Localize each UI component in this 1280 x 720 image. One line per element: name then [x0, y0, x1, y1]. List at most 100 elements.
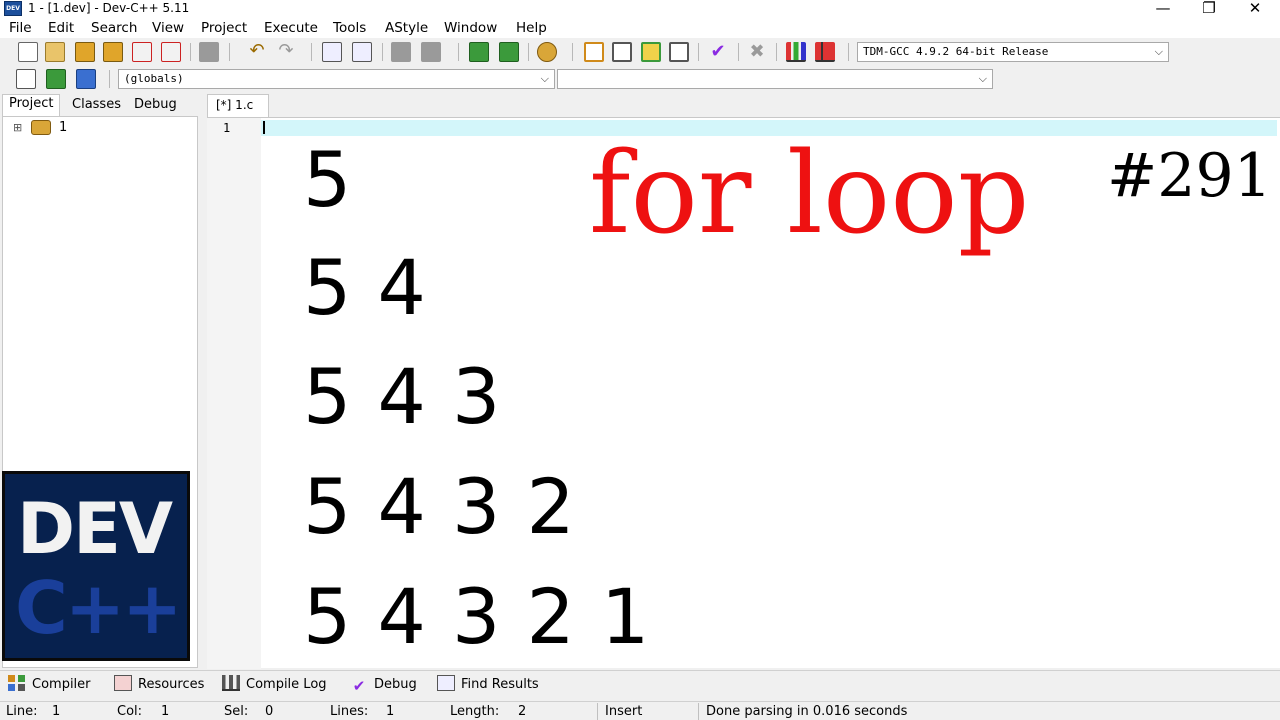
compiler-select-value: TDM-GCC 4.9.2 64-bit Release [863, 45, 1049, 58]
debug-check-icon: ✔ [352, 677, 366, 695]
menu-edit[interactable]: Edit [48, 20, 74, 36]
new-file-icon[interactable] [18, 42, 38, 62]
scope-select[interactable]: (globals) ⌵ [118, 69, 555, 89]
compile-log-icon [222, 675, 240, 691]
project-node-icon [31, 120, 51, 135]
logo-line1: DEV [17, 488, 173, 570]
tab-debug-output[interactable]: ✔ Debug [350, 674, 417, 696]
tree-expander-icon[interactable]: ⊞ [13, 121, 22, 134]
status-line-value: 1 [52, 704, 61, 719]
tab-compiler-label: Compiler [32, 677, 91, 692]
overlay-title: for loop [589, 129, 1030, 259]
toolbar-separator [698, 43, 699, 61]
close-file-icon[interactable] [132, 42, 152, 62]
indent-icon[interactable] [391, 42, 411, 62]
menu-view[interactable]: View [152, 20, 184, 36]
tab-resources[interactable]: Resources [114, 674, 204, 696]
menu-help[interactable]: Help [516, 20, 547, 36]
compiler-icon [8, 675, 26, 691]
toggle-bookmark-icon[interactable] [46, 69, 66, 89]
code-editor[interactable]: 1 5 5 4 5 4 3 5 4 3 2 5 4 3 2 1 for loop… [207, 117, 1280, 669]
compile-icon[interactable] [584, 42, 604, 62]
status-message: Done parsing in 0.016 seconds [706, 704, 908, 719]
insert-icon[interactable] [16, 69, 36, 89]
pattern-row: 5 4 3 2 [303, 462, 575, 551]
tab-find-results-label: Find Results [461, 677, 539, 692]
open-file-icon[interactable] [45, 42, 65, 62]
find-icon[interactable] [322, 42, 342, 62]
toolbar-separator [382, 43, 383, 61]
editor-tab[interactable]: [*] 1.c [207, 94, 269, 118]
run-icon[interactable] [612, 42, 632, 62]
minimize-button[interactable]: — [1140, 0, 1186, 18]
status-lines-label: Lines: [330, 704, 369, 719]
output-tabs: Compiler Resources Compile Log ✔ Debug Fi… [0, 670, 1280, 698]
compile-run-icon[interactable] [641, 42, 661, 62]
app-icon: DEV [4, 1, 22, 16]
redo-icon[interactable]: ↷ [276, 42, 296, 62]
status-line-label: Line: [6, 704, 38, 719]
toolbar-separator [776, 43, 777, 61]
menu-bar: File Edit Search View Project Execute To… [0, 18, 1280, 38]
print-icon[interactable] [199, 42, 219, 62]
menu-search[interactable]: Search [91, 20, 137, 36]
menu-project[interactable]: Project [201, 20, 247, 36]
close-button[interactable]: ✕ [1232, 0, 1278, 18]
menu-file[interactable]: File [9, 20, 32, 36]
save-all-icon[interactable] [103, 42, 123, 62]
menu-tools[interactable]: Tools [333, 20, 366, 36]
status-bar: Line: 1 Col: 1 Sel: 0 Lines: 1 Length: 2… [0, 701, 1280, 720]
pattern-row: 5 4 3 2 1 [303, 572, 650, 661]
status-col-value: 1 [161, 704, 170, 719]
class-toolbar: (globals) ⌵ ⌵ [0, 66, 1280, 92]
logo-line2: C++ [15, 566, 182, 650]
menu-astyle[interactable]: AStyle [385, 20, 428, 36]
find-results-icon [437, 675, 455, 691]
status-col-label: Col: [117, 704, 143, 719]
tab-classes[interactable]: Classes [66, 96, 127, 116]
goto-forward-icon[interactable] [469, 42, 489, 62]
chevron-down-icon: ⌵ [1154, 45, 1163, 58]
stop-icon[interactable]: ✖ [747, 42, 767, 62]
chevron-down-icon: ⌵ [540, 72, 549, 85]
tab-debug[interactable]: Debug [128, 96, 183, 116]
compiler-select[interactable]: TDM-GCC 4.9.2 64-bit Release ⌵ [857, 42, 1169, 62]
check-icon[interactable]: ✔ [708, 42, 728, 62]
member-select[interactable]: ⌵ [557, 69, 993, 89]
rebuild-icon[interactable] [669, 42, 689, 62]
tab-compile-log[interactable]: Compile Log [222, 674, 327, 696]
toolbar-separator [458, 43, 459, 61]
tab-project[interactable]: Project [2, 94, 61, 116]
goto-back-icon[interactable] [499, 42, 519, 62]
menu-execute[interactable]: Execute [264, 20, 318, 36]
tab-compile-log-label: Compile Log [246, 677, 327, 692]
title-bar: DEV 1 - [1.dev] - Dev-C++ 5.11 — ❐ ✕ [0, 0, 1280, 18]
replace-icon[interactable] [352, 42, 372, 62]
dev-cpp-logo: DEV C++ [2, 471, 190, 661]
text-caret [263, 121, 265, 134]
project-icon[interactable] [537, 42, 557, 62]
main-toolbar: ↶ ↷ ✔ ✖ TDM-GCC 4.9.2 64-bit Release ⌵ [0, 38, 1280, 66]
toolbar-separator [190, 43, 191, 61]
tree-root-label[interactable]: 1 [59, 120, 67, 135]
toolbar-separator [311, 43, 312, 61]
tab-debug-label: Debug [374, 677, 417, 692]
tab-resources-label: Resources [138, 677, 205, 692]
tab-compiler[interactable]: Compiler [8, 674, 91, 696]
tab-find-results[interactable]: Find Results [437, 674, 539, 696]
pattern-row: 5 4 [303, 243, 426, 332]
line-gutter: 1 [207, 118, 261, 669]
profile-icon[interactable] [815, 42, 835, 62]
unindent-icon[interactable] [421, 42, 441, 62]
close-all-icon[interactable] [161, 42, 181, 62]
pattern-row: 5 [303, 135, 352, 224]
goto-bookmark-icon[interactable] [76, 69, 96, 89]
overlay-episode-number: #291 [1107, 141, 1272, 211]
maximize-button[interactable]: ❐ [1186, 0, 1232, 18]
save-icon[interactable] [75, 42, 95, 62]
toolbar-separator [848, 43, 849, 61]
undo-icon[interactable]: ↶ [247, 42, 267, 62]
chart-icon[interactable] [786, 42, 806, 62]
pattern-row: 5 4 3 [303, 352, 501, 441]
menu-window[interactable]: Window [444, 20, 497, 36]
